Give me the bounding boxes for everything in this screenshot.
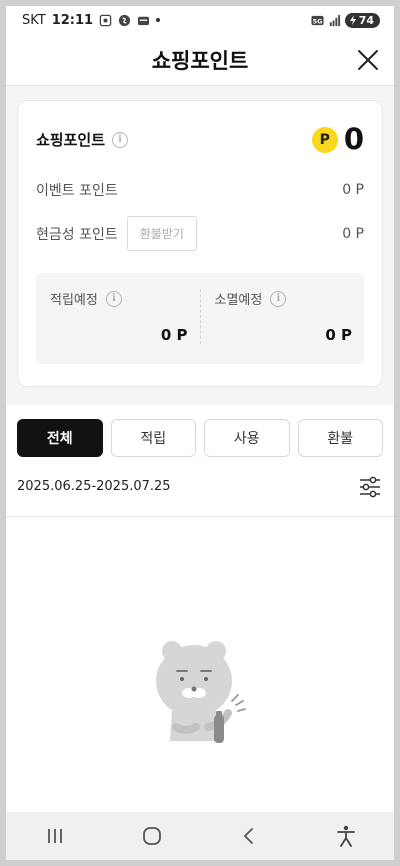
recent-apps-button[interactable] <box>40 821 70 851</box>
page-title: 쇼핑포인트 <box>151 48 249 73</box>
home-button[interactable] <box>137 821 167 851</box>
date-range: 2025.06.25-2025.07.25 <box>17 479 171 494</box>
scheduled-label-wrap: 적립예정 i <box>50 289 188 308</box>
scheduled-points-label: 적립예정 <box>50 293 98 308</box>
accessibility-button[interactable] <box>331 821 361 851</box>
total-points-label: 쇼핑포인트 <box>36 131 106 149</box>
event-points-row: 이벤트 포인트 0 P <box>36 180 364 200</box>
event-points-label: 이벤트 포인트 <box>36 183 118 199</box>
info-icon[interactable]: i <box>105 290 122 307</box>
cash-points-label-wrap: 현금성 포인트 환불받기 <box>36 216 197 251</box>
scheduled-points-value: 0 P <box>160 326 188 344</box>
status-right: 5G 74 <box>311 12 380 28</box>
app-notification-icon <box>119 14 131 26</box>
accessibility-icon <box>336 825 355 847</box>
filter-sliders-icon[interactable] <box>358 475 382 499</box>
info-icon[interactable]: i <box>270 290 287 307</box>
points-summary-card: 쇼핑포인트 i P 0 이벤트 포인트 0 P 현금성 포인트 환불받기 0 P <box>17 100 383 387</box>
expiring-points-label: 소멸예정 <box>214 293 263 308</box>
expiring-points-value: 0 P <box>325 326 352 344</box>
total-points-value: 0 <box>343 122 364 156</box>
recent-apps-icon <box>47 829 62 843</box>
total-points-row: 쇼핑포인트 i P 0 <box>36 125 364 154</box>
clock: 12:11 <box>51 12 94 28</box>
more-notifications-dot <box>156 18 161 22</box>
app-header: 쇼핑포인트 <box>6 34 394 86</box>
date-range-row: 2025.06.25-2025.07.25 <box>6 457 394 517</box>
back-icon <box>243 828 253 844</box>
tab-earned[interactable]: 적립 <box>110 419 196 457</box>
expiring-points: 소멸예정 i 0 P <box>199 289 365 344</box>
status-left: SKT 12:11 <box>22 12 161 28</box>
tab-used[interactable]: 사용 <box>204 419 290 457</box>
battery-indicator: 74 <box>344 12 380 28</box>
cash-points-row: 현금성 포인트 환불받기 0 P <box>36 216 364 251</box>
svg-text:5G: 5G <box>312 17 322 25</box>
cash-points-label: 현금성 포인트 <box>36 226 118 243</box>
charging-icon <box>349 15 356 25</box>
battery-level: 74 <box>358 13 374 27</box>
screen: SKT 12:11 5G 74 쇼핑포인트 쇼핑포인트 i P 0 이벤트 포인… <box>6 6 394 860</box>
refund-button[interactable]: 환불받기 <box>126 216 197 251</box>
date-start: 2025.06.25 <box>17 479 92 494</box>
cash-points-value: 0 P <box>342 225 364 242</box>
shop-notification-icon <box>138 16 150 25</box>
signal-icon <box>329 14 340 26</box>
tab-refund[interactable]: 환불 <box>297 419 383 457</box>
close-icon[interactable] <box>354 46 382 74</box>
total-label-wrap: 쇼핑포인트 i <box>36 129 129 150</box>
points-summary-section: 쇼핑포인트 i P 0 이벤트 포인트 0 P 현금성 포인트 환불받기 0 P <box>6 86 394 405</box>
status-bar: SKT 12:11 5G 74 <box>6 6 394 34</box>
pending-points-box: 적립예정 i 0 P 소멸예정 i 0 P <box>36 273 364 364</box>
tab-all[interactable]: 전체 <box>17 419 103 457</box>
history-filter-tabs: 전체 적립 사용 환불 <box>6 405 394 457</box>
scheduled-points: 적립예정 i 0 P <box>36 289 200 344</box>
home-icon <box>142 827 161 845</box>
screenshot-icon <box>99 14 112 26</box>
network-5g-icon: 5G <box>311 15 324 25</box>
date-end: 2025.07.25 <box>96 479 171 494</box>
back-button[interactable] <box>234 821 264 851</box>
point-badge-icon: P <box>311 126 338 153</box>
empty-history-area <box>6 517 394 815</box>
carrier-label: SKT <box>22 12 46 28</box>
ryan-bear-illustration <box>156 641 246 743</box>
info-icon[interactable]: i <box>112 131 129 148</box>
event-points-value: 0 P <box>342 182 364 198</box>
total-value-wrap: P 0 <box>311 122 364 156</box>
expiring-label-wrap: 소멸예정 i <box>215 289 353 308</box>
system-nav-bar <box>6 812 394 860</box>
